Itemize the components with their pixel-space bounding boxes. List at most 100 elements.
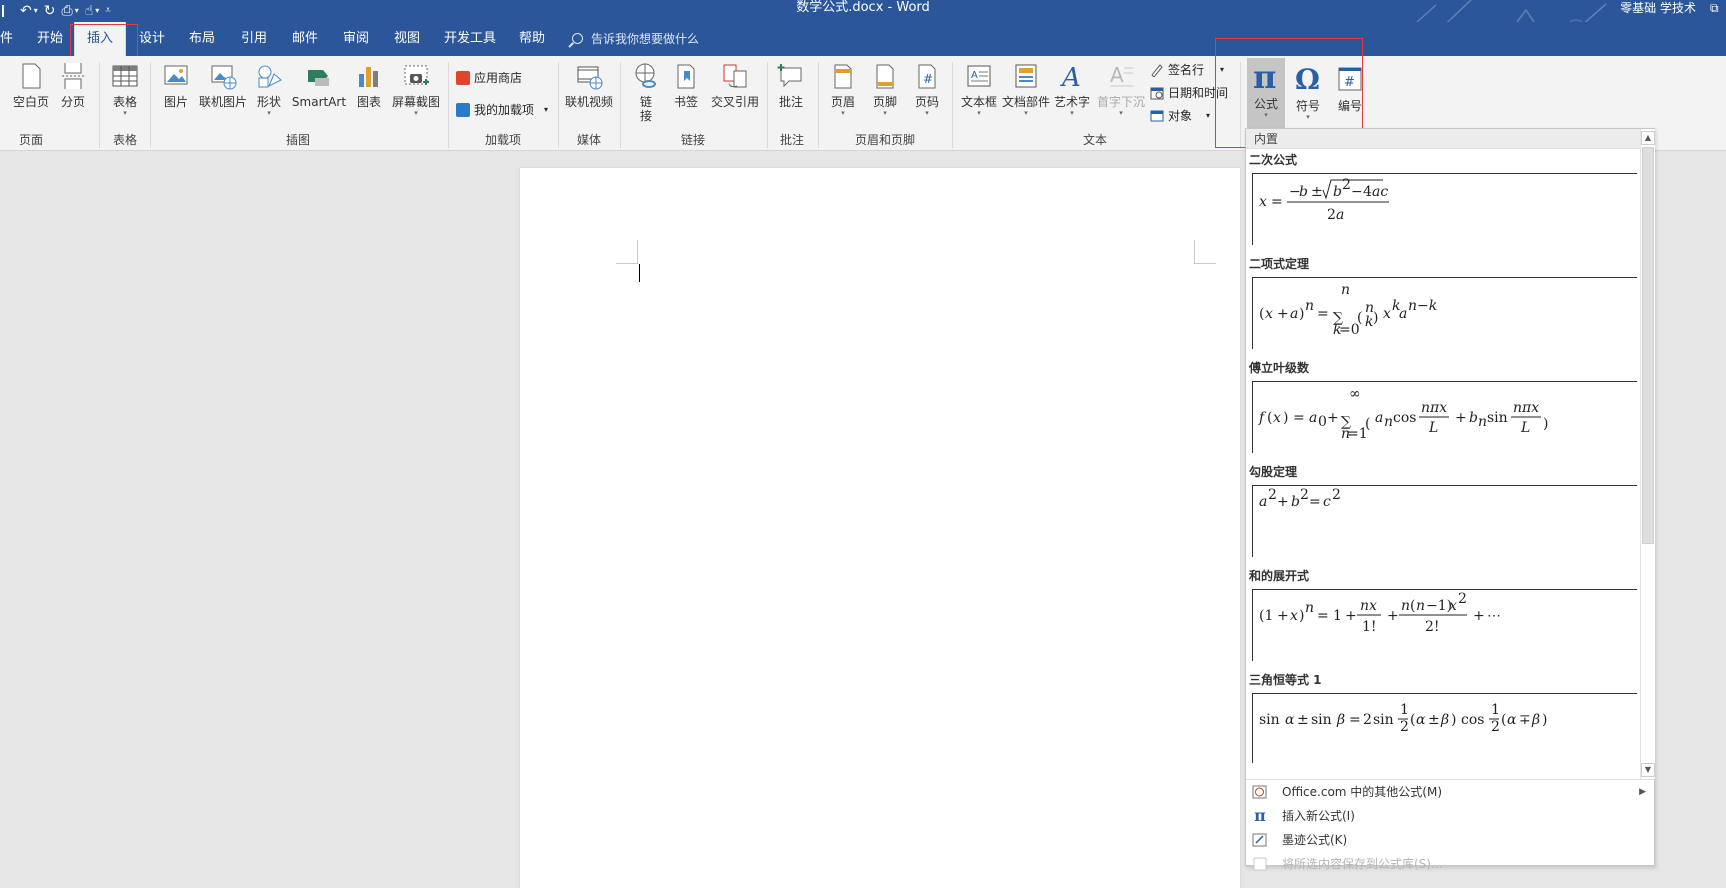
tab-insert[interactable]: 插入 [74, 22, 126, 56]
svg-text:+: + [1455, 410, 1467, 426]
insert-new-equation-item[interactable]: π 插入新公式(I) [1246, 804, 1654, 828]
shapes-label: 形状 [256, 95, 281, 109]
picture-label: 图片 [163, 95, 188, 109]
quick-parts-label: 文档部件 [1002, 95, 1051, 109]
tab-view[interactable]: 视图 [387, 22, 427, 56]
blank-page-button[interactable]: 空白页 [10, 60, 52, 109]
header-button[interactable]: 页眉 ▾ [824, 60, 862, 117]
comment-button[interactable]: 批注 [772, 60, 810, 109]
tab-developer[interactable]: 开发工具 [440, 22, 500, 56]
svg-text:∓: ∓ [1519, 712, 1531, 728]
equation-item-expansion[interactable]: 和的展开式 (1 + x) n = 1 + nx 1! + n(n −1) x 2 2! + ⋯ [1246, 565, 1639, 669]
svg-text:x: x [1383, 306, 1391, 322]
svg-text:a: a [1375, 410, 1383, 426]
tab-references[interactable]: 引用 [234, 22, 274, 56]
menu-item-label: 插入新公式(I) [1282, 809, 1355, 823]
chevron-down-icon: ▾ [267, 109, 271, 117]
footer-button[interactable]: 页脚 ▾ [866, 60, 904, 117]
svg-text:(: ( [1501, 712, 1506, 728]
svg-text:(: ( [1357, 310, 1362, 326]
wordart-button[interactable]: A 艺术字 ▾ [1052, 60, 1092, 117]
svg-text:Ω: Ω [1295, 63, 1320, 94]
equation-item-fourier[interactable]: 傅立叶级数 f(x) = a 0 + ∑ ∞ n =1 ( an cos nπx L +… [1246, 357, 1639, 461]
dropcap-label: 首字下沉 [1096, 95, 1145, 109]
signature-line-button[interactable]: 签名行 ▾ [1150, 60, 1224, 80]
chevron-down-icon: ▾ [1070, 109, 1074, 117]
tab-mailings[interactable]: 邮件 [285, 22, 325, 56]
svg-text:+: + [1277, 608, 1289, 624]
ribbon-display-options-icon[interactable]: ⧉ [1710, 0, 1726, 16]
my-addins-button[interactable]: 我的加载项 ▾ [456, 100, 548, 120]
online-video-button[interactable]: 联机视频 [562, 60, 616, 109]
svg-text:sin: sin [1373, 712, 1394, 728]
page-break-icon [62, 63, 84, 89]
table-button[interactable]: 表格 ▾ [106, 60, 144, 117]
shapes-button[interactable]: 形状 ▾ [252, 60, 286, 117]
svg-text:2: 2 [1327, 207, 1336, 223]
numbering-label: 编号 [1337, 99, 1362, 113]
equation-item-quadratic[interactable]: 二次公式 x = − b ± b 2−4 ac 2a [1246, 149, 1639, 253]
equation-title: 三角恒等式 1 [1249, 673, 1322, 687]
svg-text:c: c [1323, 494, 1331, 510]
shapes-icon [258, 65, 282, 88]
textbox-button[interactable]: A 文本框 ▾ [958, 60, 1000, 117]
tab-home[interactable]: 开始 [30, 22, 70, 56]
tell-me-search[interactable]: 告诉我你想要做什么 [572, 22, 699, 56]
symbol-button[interactable]: Ω 符号 ▾ [1290, 60, 1326, 121]
online-picture-button[interactable]: 联机图片 [198, 60, 248, 109]
ink-equation-item[interactable]: 墨迹公式(K) [1246, 828, 1654, 852]
bookmark-icon [677, 64, 695, 89]
more-equations-office-item[interactable]: Office.com 中的其他公式(M) ▶ [1246, 780, 1654, 804]
equation-button[interactable]: π 公式 ▾ [1247, 58, 1285, 128]
pythagorean-theorem-graphic: a2 + b2 = c2 [1259, 487, 1341, 510]
equation-item-trig-identity[interactable]: 三角恒等式 1 sin α ± sin β = 2 sin 12 (α ± β) cos 12… [1246, 669, 1639, 763]
tab-design[interactable]: 设计 [132, 22, 172, 56]
svg-text:α: α [1285, 712, 1295, 728]
scrollbar-thumb[interactable] [1642, 147, 1654, 544]
svg-text:+: + [1473, 608, 1485, 624]
picture-button[interactable]: 图片 [158, 60, 194, 109]
svg-text:=: = [1317, 608, 1329, 624]
tab-review[interactable]: 审阅 [336, 22, 376, 56]
tab-help[interactable]: 帮助 [512, 22, 552, 56]
document-page[interactable] [520, 168, 1240, 888]
svg-text:): ) [1373, 310, 1378, 326]
svg-text:n−k: n−k [1408, 298, 1437, 314]
link-button[interactable]: 链 接 [628, 60, 664, 123]
user-account[interactable]: 零基础 学技术 [1620, 0, 1696, 16]
cross-reference-button[interactable]: 交叉引用 [708, 60, 762, 109]
bookmark-button[interactable]: 书签 [668, 60, 704, 109]
gallery-footer-menu: Office.com 中的其他公式(M) ▶ π 插入新公式(I) 墨迹公式(K… [1246, 779, 1654, 876]
save-selection-to-gallery-item[interactable]: 将所选内容保存到公式库(S)... [1246, 852, 1654, 876]
dropcap-button[interactable]: A 首字下沉 ▾ [1096, 60, 1146, 117]
store-button[interactable]: 应用商店 [456, 68, 522, 88]
quick-parts-button[interactable]: 文档部件 ▾ [1002, 60, 1050, 117]
page-number-label: 页码 [914, 95, 939, 109]
svg-text:b: b [1333, 184, 1342, 200]
equation-item-pythagorean[interactable]: 勾股定理 a2 + b2 = c2 [1246, 461, 1639, 565]
chevron-down-icon: ▾ [1206, 111, 1211, 120]
page-number-button[interactable]: # 页码 ▾ [908, 60, 946, 117]
scroll-up-arrow[interactable]: ▲ [1641, 131, 1655, 145]
scroll-down-arrow[interactable]: ▼ [1641, 763, 1655, 777]
svg-text:b: b [1299, 184, 1308, 200]
svg-text:2: 2 [1400, 719, 1409, 735]
date-time-button[interactable]: 日期和时间 [1150, 83, 1228, 103]
screenshot-button[interactable]: 屏幕截图 ▾ [390, 60, 442, 117]
tab-file[interactable]: 件 [0, 22, 13, 56]
svg-text:β: β [1440, 712, 1449, 728]
object-button[interactable]: 对象 ▾ [1150, 106, 1210, 126]
gallery-scrollbar[interactable]: ▲ ▼ [1640, 129, 1655, 779]
online-picture-icon [211, 65, 237, 90]
svg-text:=: = [1271, 194, 1283, 210]
tab-layout[interactable]: 布局 [182, 22, 222, 56]
svg-text:+: + [1277, 494, 1289, 510]
page-break-button[interactable]: 分页 [56, 60, 90, 109]
svg-text:A: A [1060, 63, 1081, 90]
smartart-button[interactable]: SmartArt [290, 60, 348, 109]
numbering-button[interactable]: # 编号 [1332, 60, 1368, 113]
equation-title: 勾股定理 [1249, 465, 1298, 479]
chevron-down-icon: ▾ [841, 109, 845, 117]
chart-button[interactable]: 图表 [352, 60, 386, 109]
equation-item-binomial[interactable]: 二项式定理 (x + a) n = ∑ n k =0 ( nk ) xk a n−k [1246, 253, 1639, 357]
